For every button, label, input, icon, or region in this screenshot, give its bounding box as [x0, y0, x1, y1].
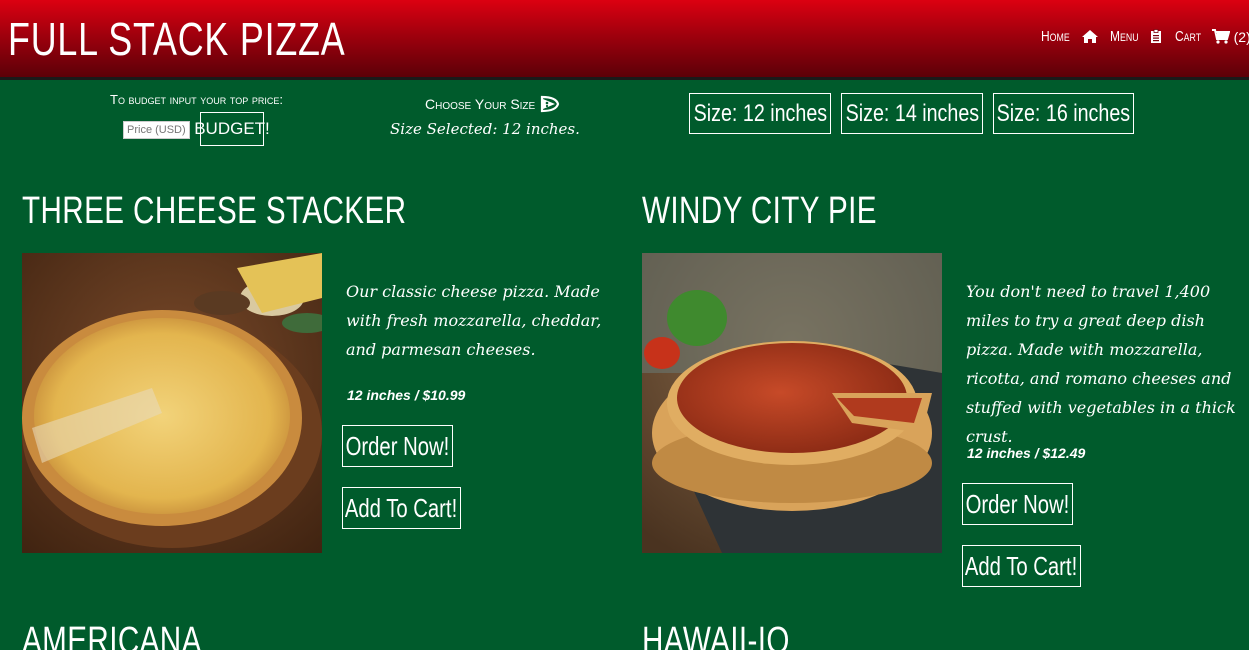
size-14-label: Size: 14 inches	[845, 99, 979, 127]
budget-button[interactable]: BUDGET!	[194, 112, 270, 146]
brand-logo[interactable]: FULL STACK PIZZA	[8, 12, 345, 66]
nav-home[interactable]: Home	[1041, 28, 1099, 45]
size-16-label: Size: 16 inches	[996, 99, 1131, 127]
nav-menu-label: Menu	[1110, 28, 1139, 45]
add-to-cart-label: Add To Cart!	[345, 492, 458, 523]
cart-count: (2)	[1233, 28, 1249, 45]
home-icon	[1081, 29, 1099, 44]
order-now-label: Order Now!	[345, 430, 450, 461]
nav-cart[interactable]: Cart (2)	[1175, 28, 1249, 45]
pizza-title-windy-city: WINDY CITY PIE	[642, 190, 877, 232]
order-now-label: Order Now!	[965, 488, 1070, 519]
size-16-button[interactable]: Size: 16 inches	[993, 93, 1134, 134]
choose-size-label: Choose Your Size	[425, 95, 560, 113]
add-to-cart-button-windy-city[interactable]: Add To Cart!	[962, 545, 1081, 587]
size-12-button[interactable]: Size: 12 inches	[689, 93, 831, 134]
budget-price-input[interactable]	[123, 121, 190, 139]
site-header: FULL STACK PIZZA Home Menu Cart (2)	[0, 0, 1249, 80]
add-to-cart-button-three-cheese[interactable]: Add To Cart!	[342, 487, 461, 529]
size-12-label: Size: 12 inches	[693, 99, 827, 127]
pizza-price-windy-city: 12 inches / $12.49	[967, 445, 1086, 461]
add-to-cart-label: Add To Cart!	[965, 550, 1078, 581]
pizza-image-three-cheese	[22, 253, 322, 553]
pizza-description-three-cheese: Our classic cheese pizza. Made with fres…	[346, 282, 602, 359]
order-now-button-windy-city[interactable]: Order Now!	[962, 483, 1073, 525]
pizza-title-americana: AMERICANA	[22, 620, 202, 650]
budget-label: To budget input your top price:	[110, 92, 283, 107]
shopping-cart-icon	[1211, 29, 1230, 44]
nav-menu[interactable]: Menu	[1110, 28, 1162, 45]
size-selected-text: Size Selected: 12 inches.	[390, 120, 580, 138]
order-now-button-three-cheese[interactable]: Order Now!	[342, 425, 453, 467]
pizza-price-three-cheese: 12 inches / $10.99	[347, 387, 466, 403]
nav-home-label: Home	[1041, 28, 1070, 45]
clipboard-icon	[1150, 29, 1162, 44]
choose-size-text: Choose Your Size	[425, 96, 536, 112]
pizza-title-three-cheese: THREE CHEESE STACKER	[22, 190, 407, 232]
pizza-title-hawaii-io: HAWAII-IO	[642, 620, 790, 650]
pizza-description-windy-city: You don't need to travel 1,400 miles to …	[966, 282, 1236, 446]
pizza-slice-icon	[540, 95, 560, 113]
nav-cart-label: Cart	[1175, 28, 1202, 45]
pizza-image-windy-city	[642, 253, 942, 553]
size-14-button[interactable]: Size: 14 inches	[841, 93, 983, 134]
